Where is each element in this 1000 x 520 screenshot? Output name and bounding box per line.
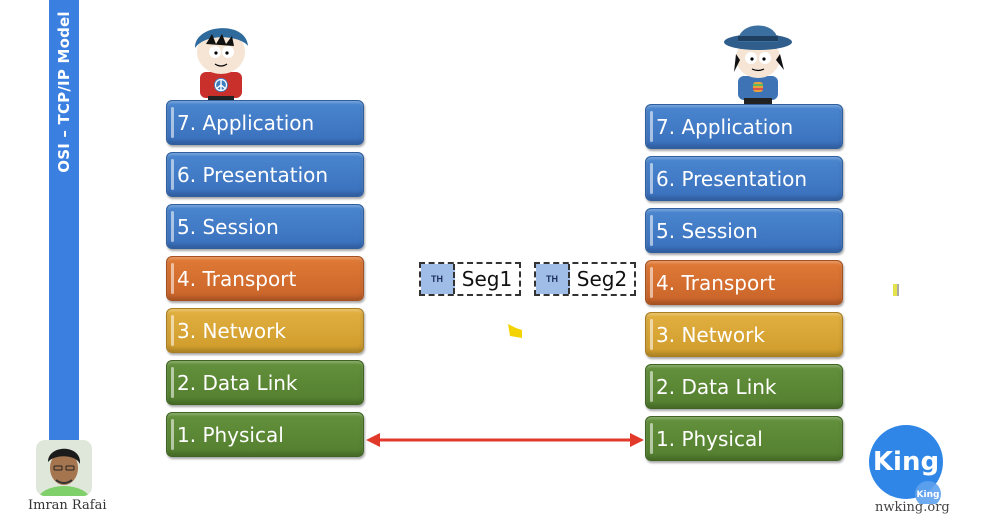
highlight-marker-icon [893,284,899,296]
segment-label: Seg2 [576,267,628,291]
presenter-name: Imran Rafai [28,498,107,513]
left-layer-network: 3. Network [166,308,364,353]
transport-header: TH [421,264,455,294]
logo-small-text: King [917,490,940,500]
segment-1: TH Seg1 [419,262,521,296]
presenter-photo-icon [36,440,92,496]
physical-link-arrow [366,433,644,447]
transport-header: TH [536,264,570,294]
sender-character-icon [194,28,248,101]
title-sidebar: OSI – TCP/IP Model [49,0,79,440]
right-layer-transport: 4. Transport [645,260,843,305]
left-layer-presentation: 6. Presentation [166,152,364,197]
left-layer-session: 5. Session [166,204,364,249]
logo-text: King [873,447,939,477]
highlight-marker-icon [508,324,522,338]
receiver-character-icon [724,25,792,104]
segment-label: Seg1 [461,267,513,291]
king-logo-icon: King King [869,425,943,504]
receiver-osi-stack: 7. Application 6. Presentation 5. Sessio… [645,104,843,468]
logo-site: nwking.org [875,500,950,515]
presenter-avatar [36,440,92,496]
left-layer-data-link: 2. Data Link [166,360,364,405]
left-layer-physical: 1. Physical [166,412,364,457]
left-layer-application: 7. Application [166,100,364,145]
slide-title: OSI – TCP/IP Model [55,11,73,173]
right-layer-physical: 1. Physical [645,416,843,461]
right-layer-application: 7. Application [645,104,843,149]
sender-osi-stack: 7. Application 6. Presentation 5. Sessio… [166,100,364,464]
right-layer-session: 5. Session [645,208,843,253]
right-layer-data-link: 2. Data Link [645,364,843,409]
right-layer-presentation: 6. Presentation [645,156,843,201]
left-layer-transport: 4. Transport [166,256,364,301]
segment-2: TH Seg2 [534,262,636,296]
right-layer-network: 3. Network [645,312,843,357]
